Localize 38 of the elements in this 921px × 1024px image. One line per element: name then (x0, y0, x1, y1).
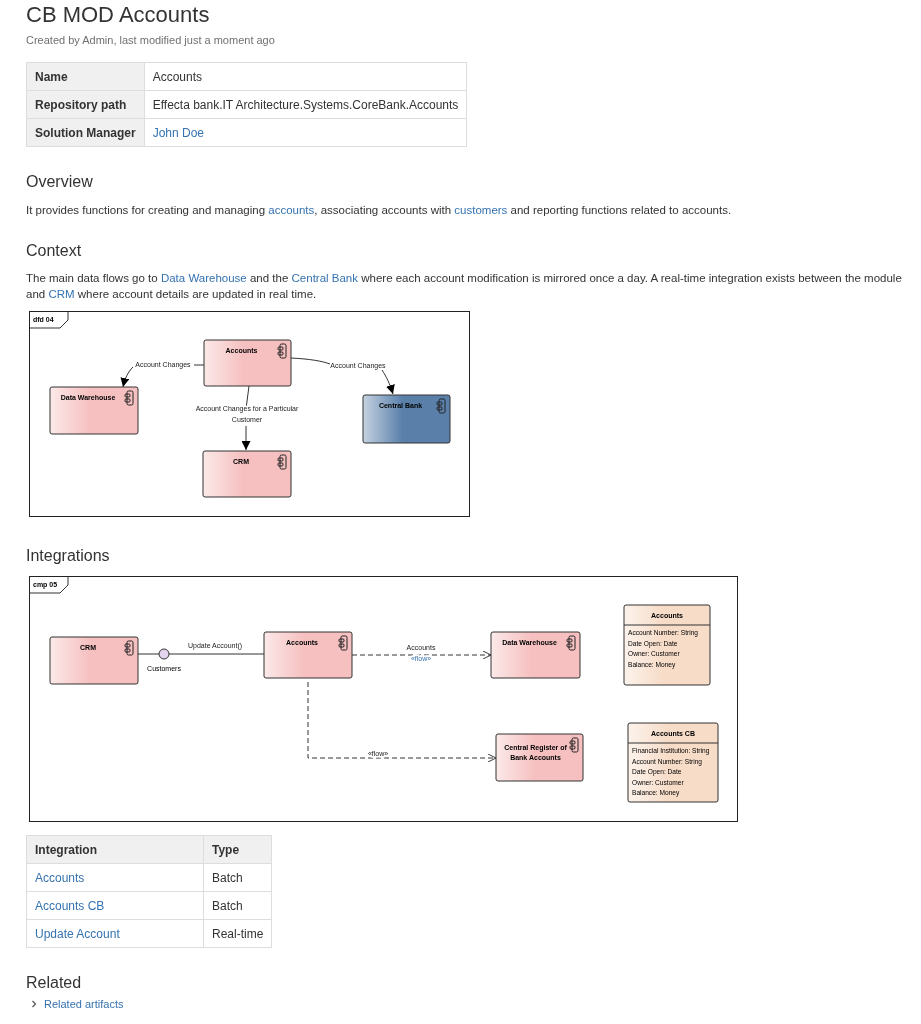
paragraph: It provides functions for creating and managing accounts, associating accounts with customers and reporting functions related to accounts. (26, 203, 733, 218)
component-icon (124, 390, 134, 406)
column-header: Integration (26, 835, 204, 864)
property-value: Effecta bank.IT Architecture.Systems.CoreBank.Accounts (144, 90, 467, 119)
table-cell: Real-time (203, 919, 272, 948)
property-label: Repository path (26, 90, 145, 119)
section-heading: Context (26, 242, 83, 260)
table-cell: Batch (203, 891, 272, 920)
integration-link[interactable]: Accounts (26, 863, 204, 892)
section-heading: Related (26, 974, 83, 992)
integration-link[interactable]: Update Account (26, 919, 204, 948)
person-link[interactable]: John Doe (144, 118, 467, 147)
text-link[interactable]: Central Bank (291, 272, 358, 284)
component-icon (566, 635, 576, 651)
paragraph: The main data flows go to Data Warehouse and the Central Bank where each account modification is mirrored once a day. A real-time integration exists between the module and CRM where account details are updated in real time. (26, 271, 903, 302)
component-icon (277, 343, 287, 359)
property-label: Name (26, 62, 145, 91)
section-heading: Overview (26, 173, 94, 191)
column-header: Type (203, 835, 272, 864)
chevron-icon[interactable] (30, 1000, 38, 1008)
byline: Created by Admin, last modified just a moment ago (26, 34, 276, 46)
property-label: Solution Manager (26, 118, 145, 147)
integration-link[interactable]: Accounts CB (26, 891, 204, 920)
component-icon (277, 454, 287, 470)
page-title: CB MOD Accounts (26, 2, 211, 28)
frame-tab (30, 577, 69, 594)
frame-tab (30, 312, 69, 329)
property-value: Accounts (144, 62, 467, 91)
component-icon (569, 737, 579, 753)
text-link[interactable]: Data Warehouse (160, 272, 247, 284)
component-icon (338, 635, 348, 651)
text-link[interactable]: customers (454, 204, 508, 216)
component-icon (124, 640, 134, 656)
section-heading: Integrations (26, 547, 111, 565)
component-icon (436, 398, 446, 414)
text-link[interactable]: CRM (48, 288, 75, 300)
table-cell: Batch (203, 863, 272, 892)
related-link[interactable]: Related artifacts (44, 998, 124, 1010)
